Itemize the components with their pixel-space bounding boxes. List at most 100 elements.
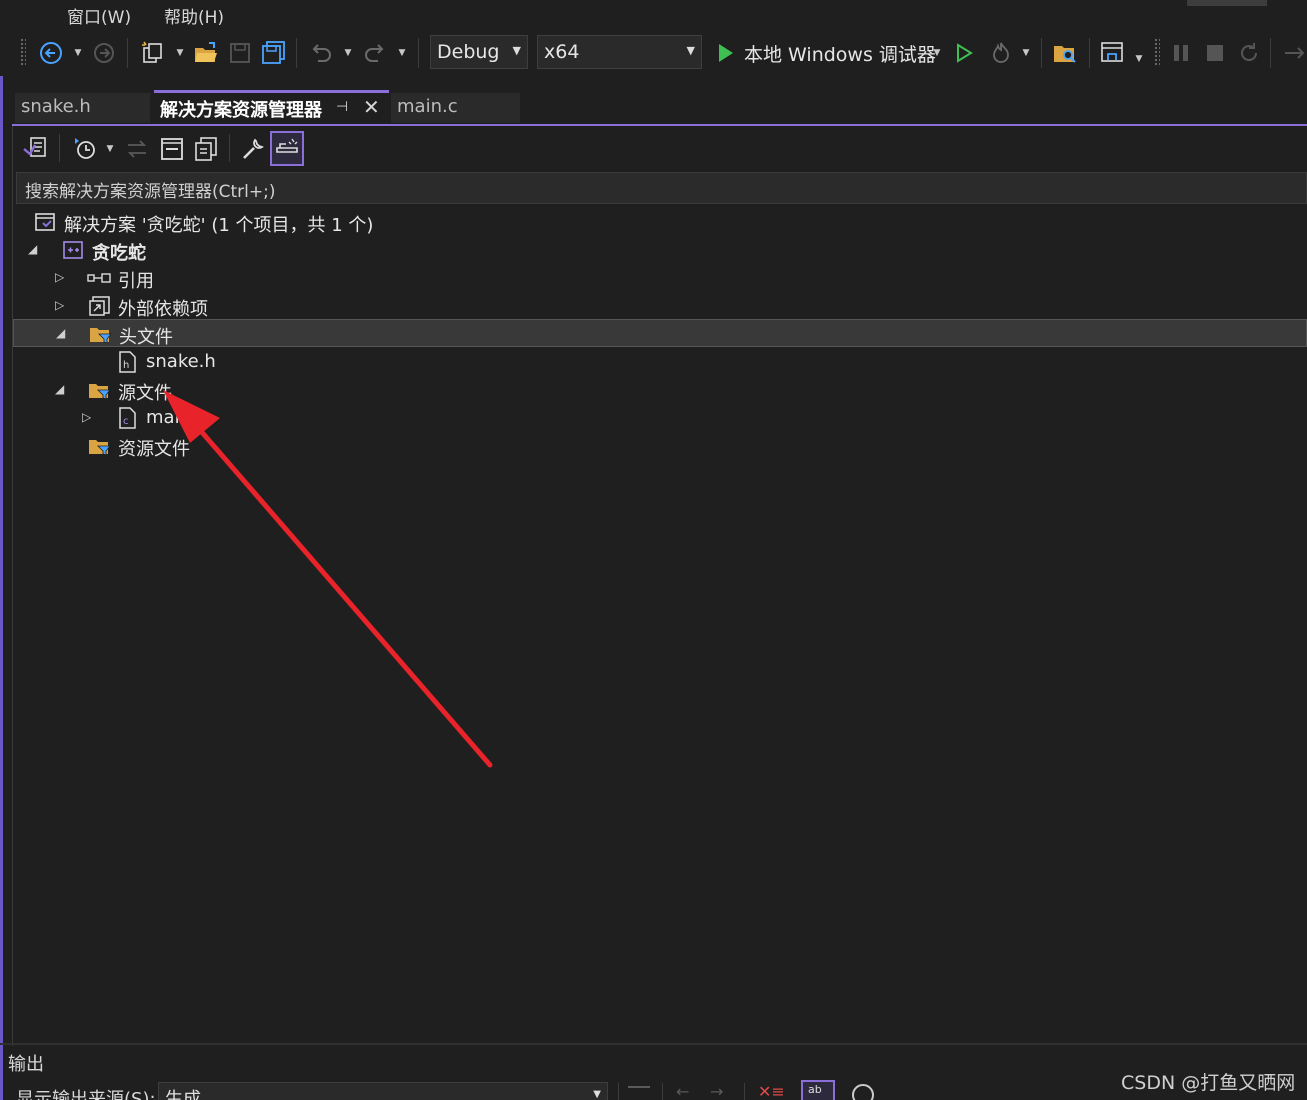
toolbar-overflow-icon[interactable]: ▼ bbox=[1133, 50, 1145, 68]
tree-row-external-deps[interactable]: ▷ 外部依赖项 bbox=[13, 292, 1307, 320]
external-deps-label: 外部依赖项 bbox=[118, 299, 208, 320]
tree-row-snake-h[interactable]: h snake.h bbox=[13, 348, 1307, 376]
switch-views-icon[interactable] bbox=[20, 134, 50, 164]
next-message-icon[interactable]: → bbox=[710, 1082, 723, 1100]
tree-row-references[interactable]: ▷ 引用 bbox=[13, 264, 1307, 292]
main-c-label: main.c bbox=[146, 407, 207, 428]
find-message-icon[interactable] bbox=[628, 1086, 650, 1100]
filter-folder-icon bbox=[89, 323, 112, 345]
sync-with-document-icon[interactable] bbox=[122, 134, 152, 164]
platform-value: x64 bbox=[544, 41, 580, 63]
tree-row-source-files[interactable]: ◢ 源文件 bbox=[13, 376, 1307, 404]
output-source-select[interactable]: 生成 ▼ bbox=[158, 1082, 608, 1100]
redo-icon[interactable] bbox=[362, 40, 388, 66]
collapsed-arrow-icon[interactable]: ▷ bbox=[82, 410, 91, 424]
tab-solution-explorer[interactable]: 解决方案资源管理器 bbox=[154, 90, 389, 123]
pin-icon[interactable]: ⊣ bbox=[336, 99, 348, 115]
toolbar-separator bbox=[618, 1083, 619, 1100]
toolbar-separator bbox=[1041, 38, 1042, 68]
word-wrap-icon[interactable]: ab bbox=[801, 1080, 835, 1100]
menu-search-box[interactable] bbox=[1187, 0, 1267, 6]
previous-message-icon[interactable]: ← bbox=[676, 1082, 689, 1100]
svg-text:h: h bbox=[123, 360, 129, 371]
new-project-icon[interactable] bbox=[140, 40, 166, 66]
tree-row-project[interactable]: ◢ 贪吃蛇 bbox=[13, 236, 1307, 264]
web-publish-icon[interactable] bbox=[1099, 40, 1125, 66]
start-debugging-button[interactable]: 本地 Windows 调试器 bbox=[744, 40, 936, 67]
show-all-files-icon[interactable] bbox=[191, 134, 221, 164]
tab-main-c[interactable]: main.c bbox=[391, 93, 520, 123]
find-in-files-icon[interactable] bbox=[1052, 40, 1078, 66]
save-all-icon[interactable] bbox=[261, 40, 287, 66]
chevron-down-icon: ▼ bbox=[512, 44, 521, 57]
navigate-forward-icon[interactable] bbox=[91, 40, 117, 66]
pause-icon[interactable] bbox=[1168, 40, 1194, 66]
watermark: CSDN @打鱼又晒网 bbox=[1121, 1072, 1296, 1094]
external-dependencies-icon bbox=[89, 295, 111, 317]
output-panel-separator bbox=[0, 1043, 1307, 1045]
collapse-all-icon[interactable] bbox=[157, 134, 187, 164]
collapsed-arrow-icon[interactable]: ▷ bbox=[55, 270, 64, 284]
toolbar-separator bbox=[229, 134, 230, 162]
timestamp-clock-icon[interactable] bbox=[852, 1084, 874, 1100]
step-over-icon[interactable] bbox=[1282, 40, 1307, 66]
start-without-debugging-icon[interactable] bbox=[951, 40, 977, 66]
tree-row-header-files[interactable]: ◢ 头文件 bbox=[13, 319, 1307, 348]
toolbar-separator bbox=[1089, 38, 1090, 68]
redo-dropdown-icon[interactable]: ▼ bbox=[396, 44, 408, 62]
menu-window[interactable]: 窗口(W) bbox=[67, 3, 131, 28]
collapsed-arrow-icon[interactable]: ▷ bbox=[55, 298, 64, 312]
menu-help[interactable]: 帮助(H) bbox=[164, 3, 224, 28]
navigate-back-dropdown-icon[interactable]: ▼ bbox=[72, 44, 84, 62]
tab-accent-line bbox=[12, 124, 1307, 126]
start-debugging-icon[interactable] bbox=[712, 40, 738, 66]
annotation-arrow bbox=[163, 390, 493, 768]
toolbar-grip[interactable] bbox=[20, 38, 26, 66]
chevron-down-icon: ▼ bbox=[686, 44, 695, 57]
toolbar-separator bbox=[59, 134, 60, 162]
open-folder-icon[interactable] bbox=[193, 40, 219, 66]
restart-icon[interactable] bbox=[1236, 40, 1262, 66]
resource-files-label: 资源文件 bbox=[118, 439, 190, 460]
platform-select[interactable]: x64 ▼ bbox=[537, 35, 702, 69]
expanded-arrow-icon[interactable]: ◢ bbox=[56, 326, 65, 340]
expanded-arrow-icon[interactable]: ◢ bbox=[28, 242, 37, 256]
tab-snake-h[interactable]: snake.h bbox=[15, 93, 150, 123]
undo-dropdown-icon[interactable]: ▼ bbox=[342, 44, 354, 62]
snake-h-label: snake.h bbox=[146, 351, 216, 372]
hot-reload-dropdown-icon[interactable]: ▼ bbox=[1020, 44, 1032, 62]
project-label: 贪吃蛇 bbox=[92, 243, 146, 264]
output-source-value: 生成 bbox=[165, 1089, 201, 1100]
stop-icon[interactable] bbox=[1202, 40, 1228, 66]
solution-explorer-search-input[interactable]: 搜索解决方案资源管理器(Ctrl+;) bbox=[16, 172, 1307, 204]
solution-icon bbox=[34, 211, 56, 233]
new-project-dropdown-icon[interactable]: ▼ bbox=[174, 44, 186, 62]
toolbar-separator bbox=[662, 1083, 663, 1100]
expanded-arrow-icon[interactable]: ◢ bbox=[55, 382, 64, 396]
debug-target-dropdown-icon[interactable]: ▼ bbox=[931, 44, 943, 62]
toolbar-grip[interactable] bbox=[1154, 38, 1160, 66]
tree-row-solution[interactable]: 解决方案 '贪吃蛇' (1 个项目，共 1 个) bbox=[13, 208, 1307, 236]
output-panel-title: 输出 bbox=[8, 1054, 44, 1075]
pending-changes-dropdown-icon[interactable]: ▼ bbox=[104, 140, 116, 158]
undo-icon[interactable] bbox=[308, 40, 334, 66]
source-files-label: 源文件 bbox=[118, 383, 172, 404]
cpp-project-icon bbox=[62, 239, 84, 261]
header-files-label: 头文件 bbox=[119, 327, 173, 348]
save-icon[interactable] bbox=[227, 40, 253, 66]
clear-all-icon[interactable]: ✕≡ bbox=[758, 1082, 785, 1100]
references-label: 引用 bbox=[118, 271, 154, 292]
tree-row-resource-files[interactable]: 资源文件 bbox=[13, 432, 1307, 460]
tree-row-main-c[interactable]: ▷ c main.c bbox=[13, 404, 1307, 432]
preview-selected-items-button[interactable] bbox=[270, 131, 304, 166]
navigate-back-icon[interactable] bbox=[38, 40, 64, 66]
hot-reload-icon[interactable] bbox=[988, 40, 1014, 66]
pending-changes-filter-icon[interactable] bbox=[70, 134, 100, 164]
solution-label: 解决方案 '贪吃蛇' (1 个项目，共 1 个) bbox=[64, 215, 374, 236]
toolbar-separator bbox=[744, 1083, 745, 1100]
properties-wrench-icon[interactable] bbox=[238, 134, 268, 164]
toolbar-separator bbox=[296, 38, 297, 68]
toolbar-separator bbox=[418, 38, 419, 68]
close-icon[interactable]: ✕ bbox=[363, 95, 380, 119]
configuration-select[interactable]: Debug ▼ bbox=[430, 35, 528, 69]
